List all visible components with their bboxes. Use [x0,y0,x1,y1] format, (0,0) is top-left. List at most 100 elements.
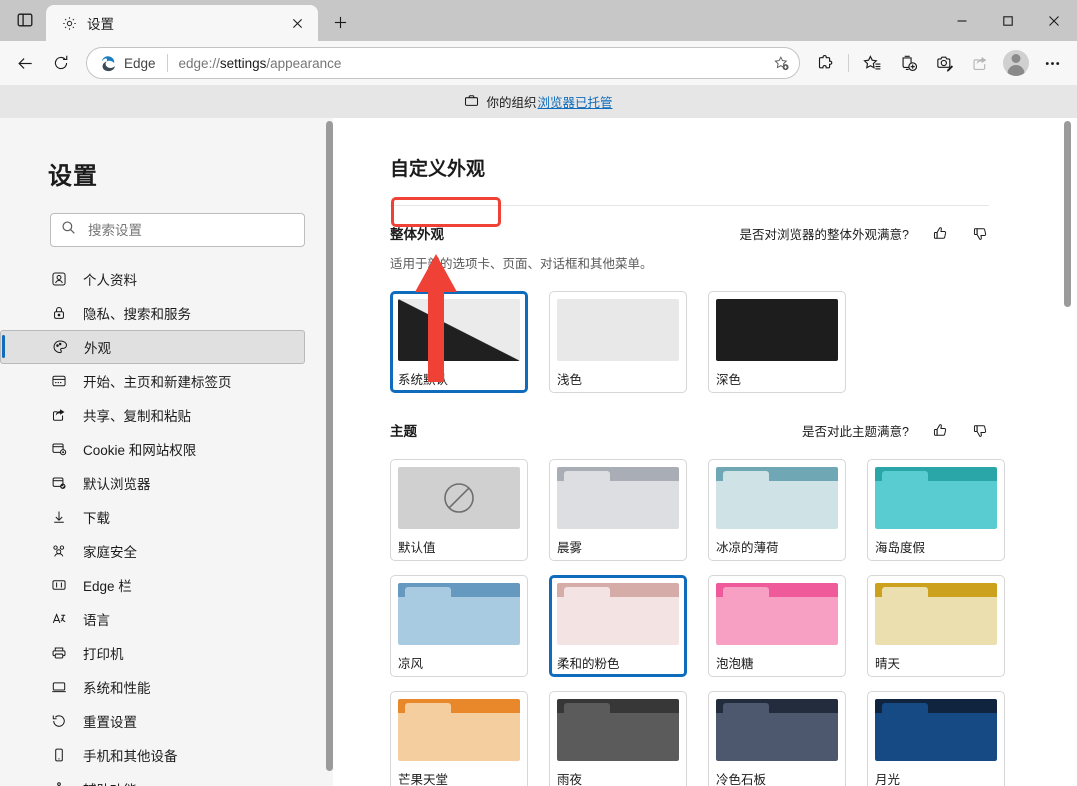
overall-feedback-group: 是否对浏览器的整体外观满意? [740,224,989,243]
theme-card-label: 晨雾 [557,541,583,555]
sidebar-item-label: 打印机 [83,647,124,662]
close-button[interactable] [1031,0,1077,41]
tab-close-icon[interactable] [286,12,308,34]
theme-card[interactable]: 雨夜 [549,691,687,786]
sidebar-item-reset[interactable]: 重置设置 [0,704,305,738]
refresh-button-icon[interactable] [44,46,78,80]
accessibility-icon [50,780,68,786]
web-capture-icon[interactable] [927,46,961,80]
theme-thumb [557,467,679,529]
tab-search-icon[interactable] [6,1,44,39]
theme-card[interactable]: 冷色石板 [708,691,846,786]
thumbs-up-icon[interactable] [931,224,949,242]
mode-thumb-dark [716,299,838,361]
sidebar-item-default-browser[interactable]: 默认浏览器 [0,466,305,500]
address-bar[interactable]: Edge edge://settings/appearance [86,47,800,79]
sidebar-item-share[interactable]: 共享、复制和粘贴 [0,398,305,432]
tab-strip: 设置 [0,0,1077,41]
theme-card-label: 冷色石板 [716,773,767,786]
mode-card-system-default[interactable]: 系统默认 [390,291,528,393]
overall-appearance-subtitle: 适用于新的选项卡、页面、对话框和其他菜单。 [390,257,653,271]
palette-icon [51,338,69,356]
theme-card[interactable]: 默认值 [390,459,528,561]
mode-card-light[interactable]: 浅色 [549,291,687,393]
sidebar-item-appearance[interactable]: 外观 [0,330,305,364]
sidebar-item-profile[interactable]: 个人资料 [0,262,305,296]
new-tab-button[interactable] [324,6,356,38]
thumbs-up-icon[interactable] [931,421,949,439]
mode-card-dark[interactable]: 深色 [708,291,846,393]
sidebar-item-label: 外观 [84,341,111,356]
sidebar-item-family[interactable]: 家庭安全 [0,534,305,568]
theme-thumb [716,699,838,761]
org-notice-link[interactable]: 浏览器已托管 [538,92,613,111]
sidebar-item-downloads[interactable]: 下载 [0,500,305,534]
content-scrollbar[interactable] [1064,121,1071,307]
theme-card[interactable]: 芒果天堂 [390,691,528,786]
theme-thumb [716,583,838,645]
search-input[interactable] [88,222,294,238]
sidebar-item-privacy[interactable]: 隐私、搜索和服务 [0,296,305,330]
search-icon [61,220,76,240]
theme-thumb [716,467,838,529]
theme-card-label: 芒果天堂 [398,773,449,786]
sidebar-item-phone-devices[interactable]: 手机和其他设备 [0,738,305,772]
sidebar-item-label: Edge 栏 [83,579,132,594]
theme-card[interactable]: 晴天 [867,575,1005,677]
lock-icon [50,304,68,322]
tab-settings[interactable]: 设置 [46,5,318,41]
appearance-mode-cards: 系统默认 浅色 深色 [390,291,1077,393]
minimize-button[interactable] [939,0,985,41]
mode-thumb-light [557,299,679,361]
sidebar-item-system[interactable]: 系统和性能 [0,670,305,704]
favorites-icon[interactable] [855,46,889,80]
default-browser-icon [50,474,68,492]
cookie-icon [50,440,68,458]
theme-thumb [398,699,520,761]
section-divider [390,205,989,206]
theme-card[interactable]: 泡泡糖 [708,575,846,677]
theme-card[interactable]: 凉风 [390,575,528,677]
theme-card-label: 柔和的粉色 [557,657,620,671]
sidebar-item-printers[interactable]: 打印机 [0,636,305,670]
thumbs-down-icon[interactable] [971,421,989,439]
theme-thumb [557,583,679,645]
sidebar-item-edgebar[interactable]: Edge 栏 [0,568,305,602]
language-icon [50,610,68,628]
sidebar-item-language[interactable]: 语言 [0,602,305,636]
share-icon[interactable] [963,46,997,80]
sidebar-item-accessibility[interactable]: 辅助功能 [0,772,305,786]
theme-card-label: 晴天 [875,657,901,671]
sidebar-item-startup[interactable]: 开始、主页和新建标签页 [0,364,305,398]
add-favorite-star-icon[interactable] [767,49,795,77]
collections-icon[interactable] [891,46,925,80]
back-button-icon[interactable] [8,46,42,80]
theme-card[interactable]: 冰凉的薄荷 [708,459,846,561]
system-icon [50,678,68,696]
theme-card[interactable]: 晨雾 [549,459,687,561]
theme-thumb [398,583,520,645]
sidebar-item-label: 下载 [83,511,110,526]
extensions-icon[interactable] [808,46,842,80]
sidebar-scrollbar[interactable] [326,121,333,771]
omnibox-brand-label: Edge [124,55,156,71]
theme-card[interactable]: 柔和的粉色 [549,575,687,677]
theme-card-label: 泡泡糖 [716,657,754,671]
sidebar-item-cookies[interactable]: Cookie 和网站权限 [0,432,305,466]
no-entry-icon [440,479,478,517]
theme-card[interactable]: 海岛度假 [867,459,1005,561]
theme-thumb [398,467,520,529]
overall-feedback-question: 是否对浏览器的整体外观满意? [739,227,909,242]
more-options-icon[interactable] [1035,46,1069,80]
tab-title: 设置 [87,17,114,32]
theme-card[interactable]: 月光 [867,691,1005,786]
thumbs-down-icon[interactable] [971,224,989,242]
avatar[interactable] [999,46,1033,80]
reset-icon [50,712,68,730]
page-title: 设置 [48,163,98,190]
theme-card-label: 海岛度假 [875,541,926,555]
briefcase-icon [464,93,479,111]
maximize-button[interactable] [985,0,1031,41]
search-settings-field[interactable] [50,213,305,247]
sidebar-item-label: 个人资料 [83,273,137,288]
